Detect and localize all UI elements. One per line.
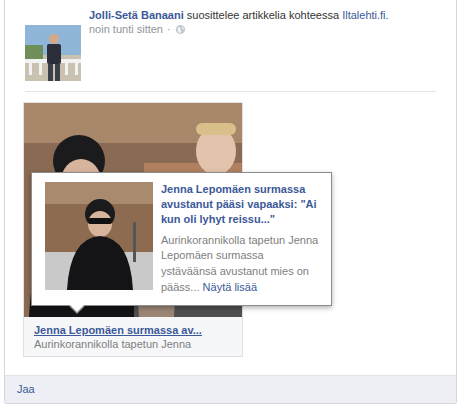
attachment-caption: Jenna Lepomäen surmassa av... Aurinkoran…: [24, 317, 242, 356]
hovercard-description: Aurinkorannikolla tapetun Jenna Lepomäen…: [161, 233, 321, 297]
post-meta: noin tunti sitten ·: [89, 22, 436, 36]
show-more-link[interactable]: Näytä lisää: [203, 281, 257, 293]
hovercard-body: Jenna Lepomäen surmassa avustanut pääsi …: [45, 182, 321, 296]
avatar-image[interactable]: [25, 25, 81, 81]
post-headline: Jolli-Setä Banaani suosittelee artikkeli…: [89, 8, 436, 22]
hovercard-thumbnail-icon[interactable]: [45, 182, 153, 290]
hovercard-text: Jenna Lepomäen surmassa avustanut pääsi …: [161, 182, 321, 296]
share-link[interactable]: Jaa: [17, 382, 35, 397]
post-header-text: Jolli-Setä Banaani suosittelee artikkeli…: [89, 8, 436, 81]
attachment-title-link[interactable]: Jenna Lepomäen surmassa av...: [34, 323, 234, 337]
avatar-photo-icon: [25, 25, 81, 81]
action-bar: Jaa: [5, 375, 456, 403]
divider: [25, 91, 436, 92]
post-card: Jolli-Setä Banaani suosittelee artikkeli…: [4, 0, 457, 404]
hovercard-title-link[interactable]: Jenna Lepomäen surmassa avustanut pääsi …: [161, 182, 321, 227]
link-hovercard: Jenna Lepomäen surmassa avustanut pääsi …: [31, 172, 332, 306]
separator-dot: ·: [167, 22, 171, 36]
globe-icon[interactable]: [175, 24, 186, 35]
attachment-summary: Aurinkorannikolla tapetun Jenna: [34, 337, 234, 351]
source-link[interactable]: Iltalehti.fi.: [342, 9, 388, 21]
action-text: suosittelee artikkelia kohteessa: [187, 9, 339, 21]
hovercard-arrow: [68, 305, 86, 314]
post-header: Jolli-Setä Banaani suosittelee artikkeli…: [5, 0, 456, 81]
author-link[interactable]: Jolli-Setä Banaani: [89, 9, 184, 21]
attachment-area: Jenna Lepomäen surmassa av... Aurinkoran…: [5, 92, 456, 375]
timestamp[interactable]: noin tunti sitten: [89, 22, 163, 36]
